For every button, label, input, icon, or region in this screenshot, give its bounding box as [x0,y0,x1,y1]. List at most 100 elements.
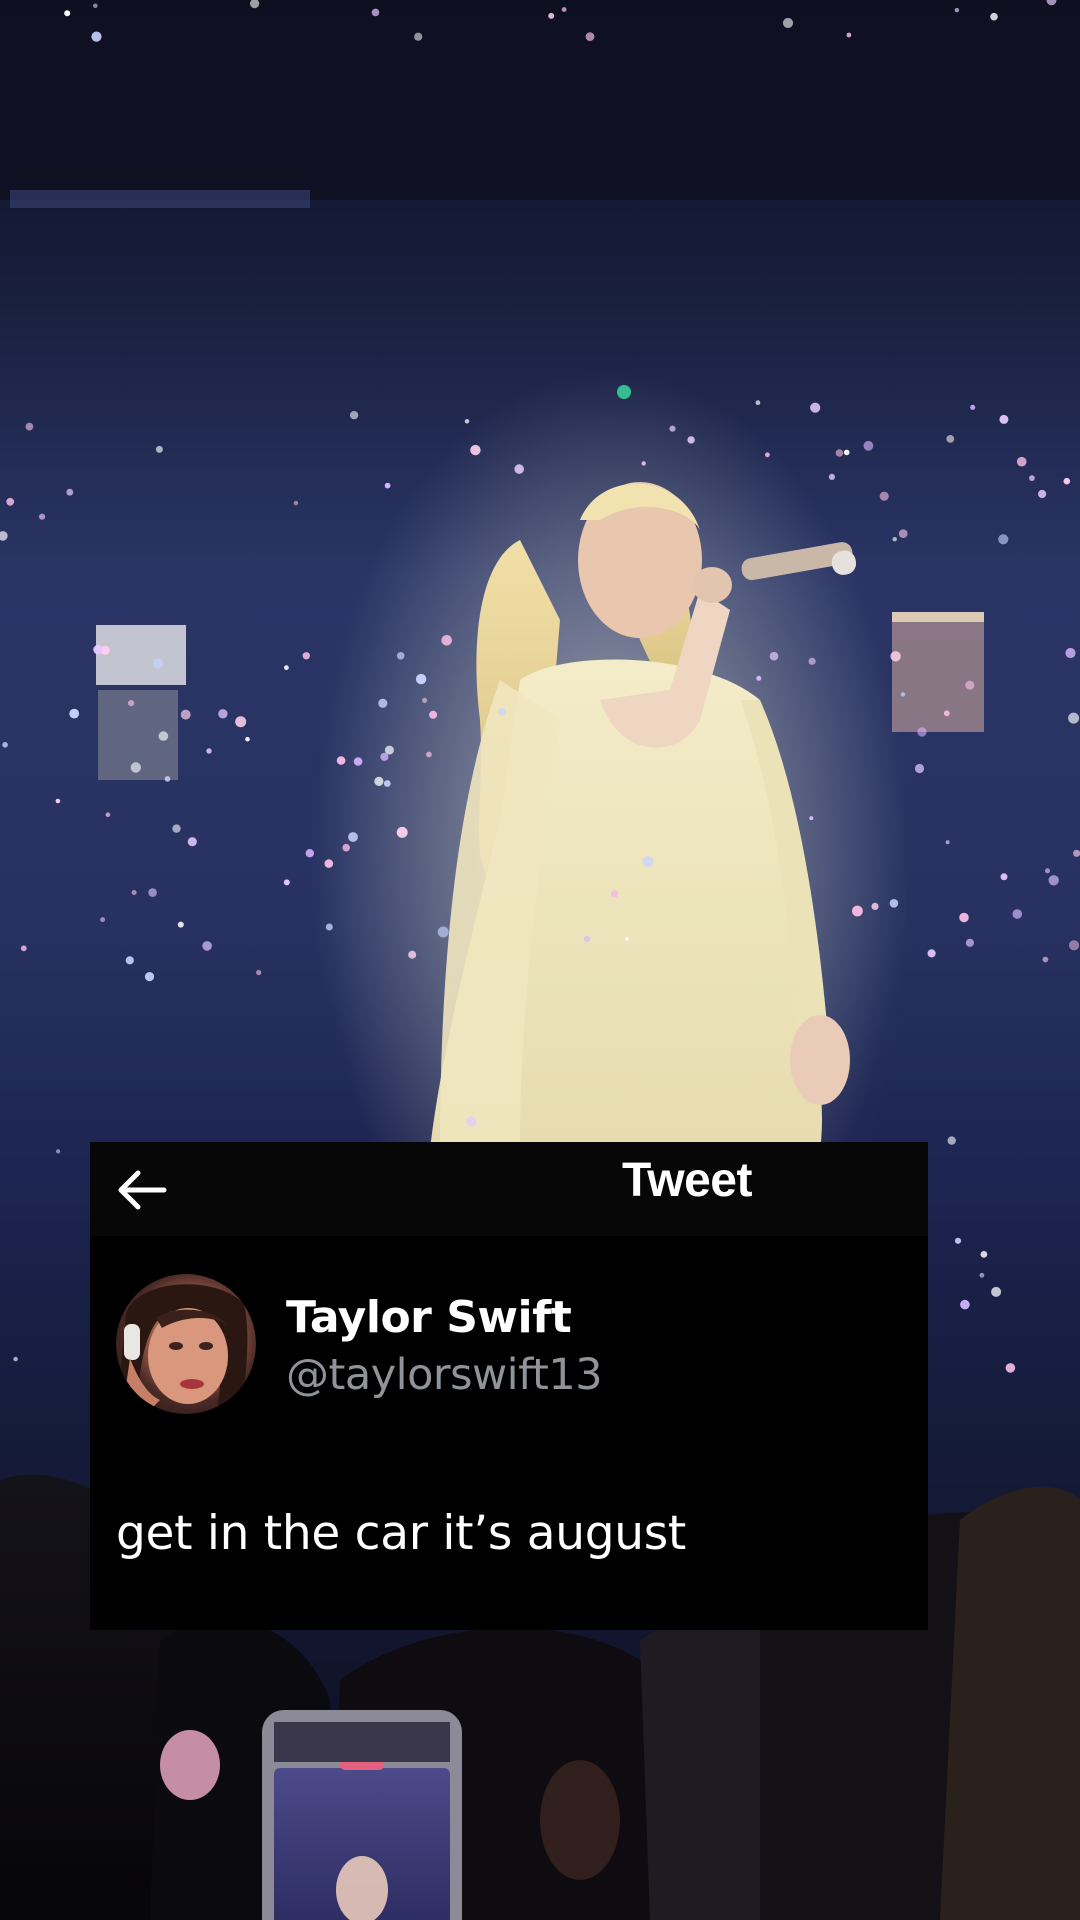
crowd-light-dot [669,425,676,432]
crowd-light-dot [148,888,157,897]
crowd-light-dot [835,449,844,457]
crowd-light-dot [25,422,34,431]
crowd-light-dot [256,969,262,976]
crowd-light-dot [348,832,358,842]
crowd-light-dot [218,709,228,719]
crowd-light-dot [890,651,901,662]
crowd-light-dot [583,935,591,943]
crowd-light-dot [1046,0,1057,6]
crowd-light-dot [374,776,384,787]
crowd-light-dot [13,1356,18,1362]
crowd-light-dot [611,890,619,898]
crowd-light-dot [846,32,852,38]
crowd-light-dot [437,926,449,938]
crowd-light-dot [954,1237,962,1244]
crowd-light-dot [852,905,863,917]
crowd-light-dot [687,436,695,444]
crowd-light-dot [69,708,80,719]
crowd-light-dot [1042,956,1049,963]
crowd-light-dot [336,756,346,765]
crowd-light-dot [93,644,103,655]
crowd-light-dot [498,708,506,716]
crowd-light-dot [1068,940,1080,951]
author-handle[interactable]: @taylorswift13 [286,1347,603,1403]
crowd-light-dot [1048,875,1059,886]
crowd-light-dot [1005,1363,1016,1373]
crowd-light-dot [6,497,15,506]
crowd-light-dot [353,757,363,766]
crowd-light-dot [470,444,481,456]
crowd-light-dot [177,921,184,928]
author-name[interactable]: Taylor Swift [286,1290,572,1346]
crowd-light-dot [2,742,8,748]
crowd-light-dot [415,673,427,685]
arrow-left-icon [118,1170,167,1210]
crowd-light-dot [250,0,260,9]
crowd-light-dot [284,665,289,671]
crowd-light-dot [808,657,816,665]
crowd-light-dot [93,3,98,9]
crowd-light-dot [125,956,134,965]
crowd-light-dot [408,950,417,959]
crowd-light-dot [349,411,359,420]
crowd-light-dot [283,879,290,886]
tweet-card[interactable]: Tweet Taylor Swift @taylorswift13 get in… [90,1142,928,1630]
crowd-light-dot [782,17,794,29]
crowd-light-dot [20,945,27,952]
crowd-light-dot [144,972,155,982]
crowd-light-dot [585,32,595,41]
tweet-text: get in the car it’s august [116,1506,687,1561]
crowd-light-dot [954,7,960,13]
crowd-light-dot [324,859,334,868]
crowd-light-dot [998,534,1009,545]
crowd-light-dot [561,7,567,12]
crowd-light-dot [441,635,453,646]
crowd-light-dot [155,445,163,453]
crowd-light-dot [1063,477,1071,485]
crowd-light-dot [180,709,191,720]
crowd-light-dot [1045,868,1050,874]
crowd-light-dot [879,491,889,501]
crowd-light-dot [131,890,137,895]
crowd-light-dot [809,816,814,821]
crowd-light-dot [947,1136,956,1145]
crowd-light-dot [414,32,423,41]
crowd-light-dot [235,716,247,728]
audience-light-sparkles [0,0,1080,1461]
crowd-light-dot [91,31,102,42]
crowd-light-dot [371,8,380,17]
crowd-light-dot [889,899,899,908]
crowd-light-dot [302,652,310,660]
avatar[interactable] [116,1274,256,1414]
crowd-light-dot [1065,647,1076,659]
crowd-light-dot [293,500,299,506]
crowd-light-dot [378,698,388,708]
crowd-light-dot [464,419,470,424]
back-button[interactable] [112,1160,172,1220]
crowd-light-dot [898,529,908,538]
crowd-light-dot [1073,849,1080,857]
crowd-light-dot [965,938,975,947]
crowd-light-dot [0,531,8,541]
crowd-light-dot [756,675,762,681]
crowd-light-dot [396,826,408,838]
crowd-light-dot [187,837,197,847]
crowd-light-dot [172,824,181,833]
crowd-light-dot [1000,873,1008,881]
crowd-light-dot [892,537,897,542]
crowd-light-dot [202,941,212,951]
crowd-light-dot [422,697,428,703]
crowd-light-dot [384,745,394,755]
crowd-light-dot [642,856,654,867]
crowd-light-dot [64,10,71,17]
tweet-header-bar: Tweet [90,1142,928,1236]
crowd-light-dot [641,461,646,466]
crowd-light-dot [979,1272,985,1278]
crowd-light-dot [946,435,955,443]
crowd-light-dot [55,798,61,804]
crowd-light-dot [105,812,111,817]
crowd-light-dot [828,473,836,480]
crowd-light-dot [342,843,351,852]
crowd-light-dot [206,748,212,754]
crowd-light-dot [945,840,950,845]
